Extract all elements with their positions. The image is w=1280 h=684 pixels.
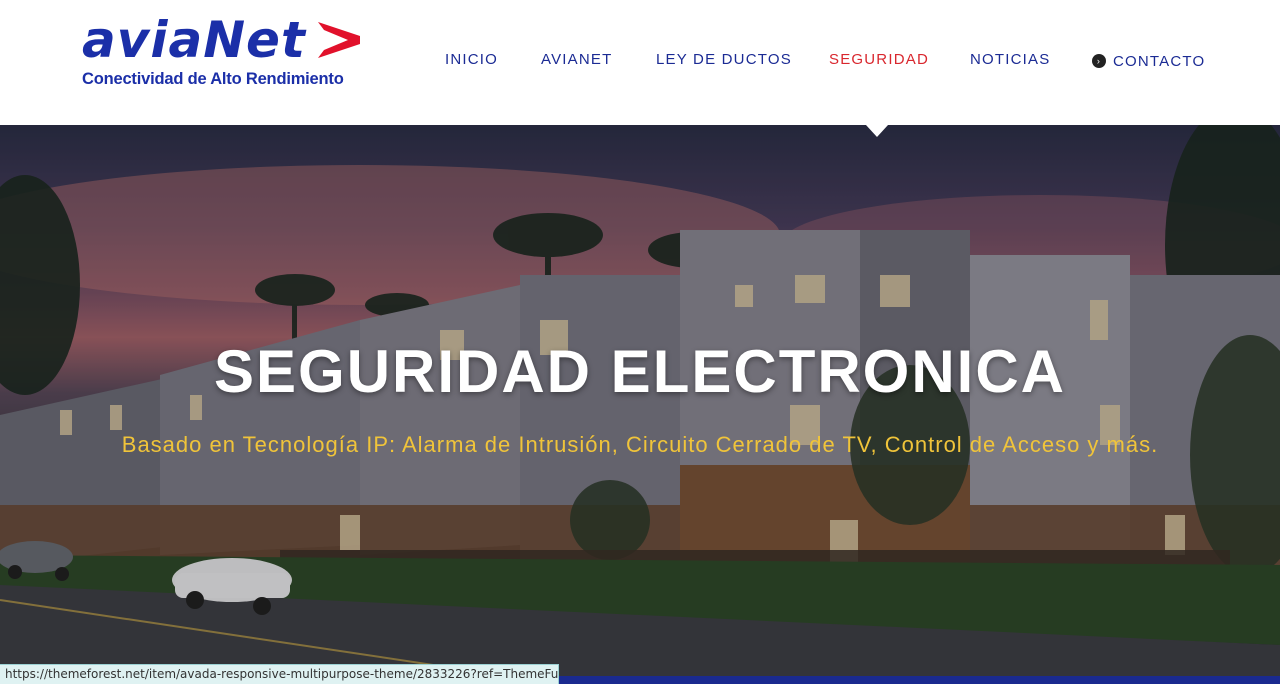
- nav-item-ley-de-ductos[interactable]: LEY DE DUCTOS: [656, 51, 792, 71]
- nav-item-contacto[interactable]: › CONTACTO: [1092, 51, 1205, 71]
- main-nav: INICIO AVIANET LEY DE DUCTOS SEGURIDAD N…: [0, 0, 1280, 125]
- active-nav-pointer: [866, 125, 888, 137]
- status-bar-url: https://themeforest.net/item/avada-respo…: [0, 664, 559, 684]
- nav-item-inicio[interactable]: INICIO: [445, 51, 498, 71]
- nav-item-seguridad[interactable]: SEGURIDAD: [829, 51, 929, 71]
- nav-item-noticias[interactable]: NOTICIAS: [970, 51, 1050, 71]
- nav-item-contacto-label: CONTACTO: [1113, 52, 1206, 70]
- hero-subtitle: Basado en Tecnología IP: Alarma de Intru…: [121, 432, 1159, 457]
- hero-title: SEGURIDAD ELECTRONICA: [213, 338, 1067, 405]
- footer-strip: [559, 676, 1280, 684]
- chevron-circle-right-icon: ›: [1092, 54, 1106, 68]
- hero-banner: SEGURIDAD ELECTRONICA Basado en Tecnolog…: [0, 125, 1280, 684]
- site-header: aviaNet Conectividad de Alto Rendimiento…: [0, 0, 1280, 125]
- nav-item-avianet[interactable]: AVIANET: [541, 51, 612, 71]
